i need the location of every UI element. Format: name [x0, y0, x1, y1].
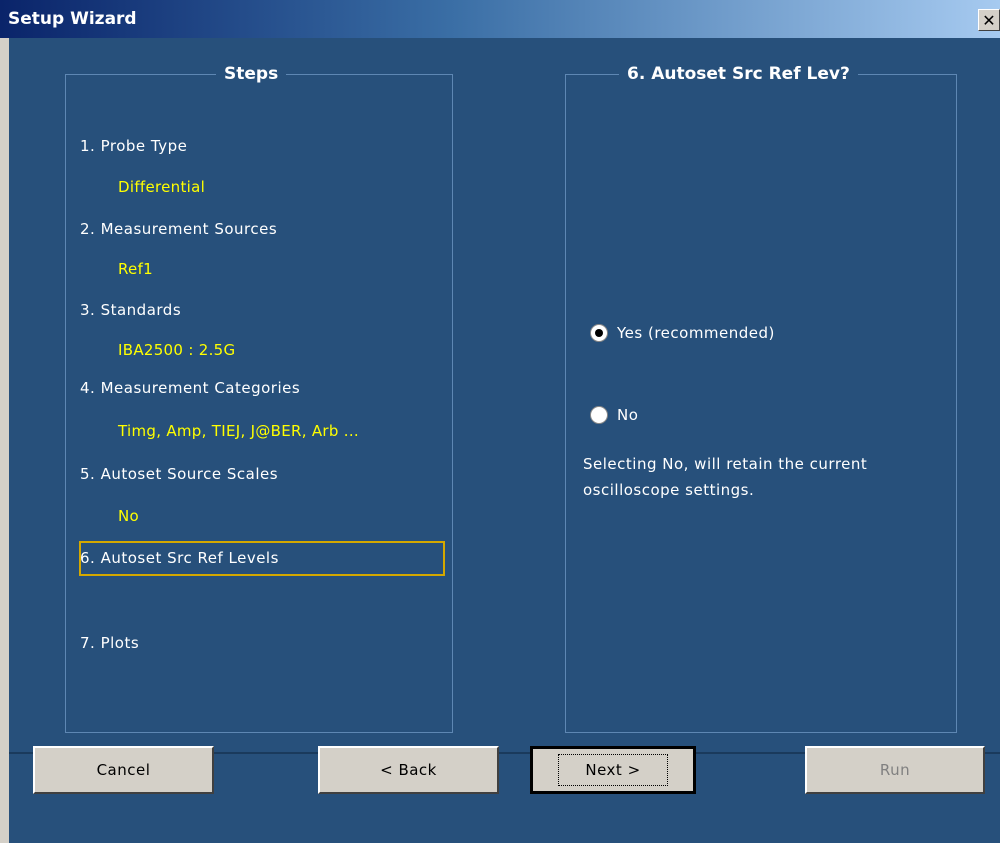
back-button-label: < Back [380, 761, 437, 779]
radio-no-circle[interactable] [590, 406, 608, 424]
run-button[interactable]: Run [805, 746, 985, 794]
wizard-body: Steps 1. Probe Type Differential 2. Meas… [9, 38, 1000, 843]
radio-no-label: No [617, 406, 639, 424]
step-standards[interactable]: 3. Standards [80, 301, 181, 319]
steps-panel-title: Steps [216, 64, 287, 84]
close-button[interactable]: ✕ [978, 9, 1000, 31]
radio-selected-dot [595, 329, 603, 337]
window-title: Setup Wizard [8, 9, 137, 29]
options-panel-title: 6. Autoset Src Ref Lev? [619, 64, 858, 84]
cancel-button-label: Cancel [96, 761, 151, 779]
options-panel: 6. Autoset Src Ref Lev? Yes (recommended… [565, 64, 957, 733]
cancel-button[interactable]: Cancel [33, 746, 214, 794]
step-measurement-sources-value: Ref1 [118, 260, 154, 278]
radio-yes[interactable]: Yes (recommended) [590, 324, 775, 342]
step-probe-type[interactable]: 1. Probe Type [80, 137, 187, 155]
radio-yes-circle[interactable] [590, 324, 608, 342]
radio-yes-label: Yes (recommended) [617, 324, 775, 342]
title-bar: Setup Wizard ✕ [0, 0, 1000, 38]
description-line-1: Selecting No, will retain the current [583, 455, 868, 473]
option-description: Selecting No, will retain the current os… [583, 451, 867, 503]
step-measurement-categories-value: Timg, Amp, TIEJ, J@BER, Arb ... [118, 422, 359, 440]
step-autoset-source-scales[interactable]: 5. Autoset Source Scales [80, 465, 278, 483]
step-measurement-categories[interactable]: 4. Measurement Categories [80, 379, 300, 397]
steps-panel: Steps 1. Probe Type Differential 2. Meas… [65, 64, 453, 733]
next-button[interactable]: Next > [530, 746, 696, 794]
step-autoset-source-scales-value: No [118, 507, 139, 525]
back-button[interactable]: < Back [318, 746, 499, 794]
step-probe-type-value: Differential [118, 178, 206, 196]
next-button-label: Next > [558, 754, 668, 786]
step-plots[interactable]: 7. Plots [80, 634, 139, 652]
step-measurement-sources[interactable]: 2. Measurement Sources [80, 220, 277, 238]
step-standards-value: IBA2500 : 2.5G [118, 341, 236, 359]
step-autoset-src-ref-levels[interactable]: 6. Autoset Src Ref Levels [80, 549, 279, 567]
description-line-2: oscilloscope settings. [583, 481, 755, 499]
close-icon: ✕ [982, 10, 996, 30]
run-button-label: Run [879, 761, 911, 779]
radio-no[interactable]: No [590, 406, 638, 424]
